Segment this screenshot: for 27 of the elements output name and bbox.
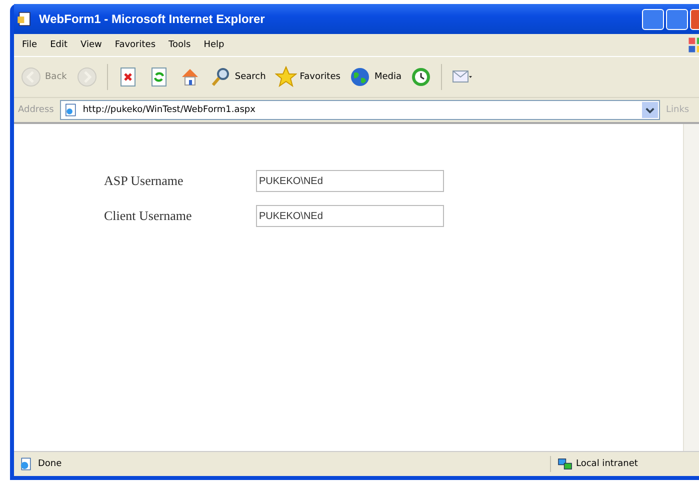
menu-item[interactable]: Favorites — [114, 40, 156, 50]
menu-item[interactable]: Edit — [50, 40, 68, 50]
maximize-button[interactable] — [666, 8, 688, 30]
menu-item[interactable]: Tools — [168, 40, 191, 50]
field-label: Client Username — [104, 208, 193, 224]
status-text: Done — [38, 459, 62, 469]
field-label: ASP Username — [104, 173, 184, 189]
toolbar-button[interactable] — [410, 66, 432, 88]
star-icon — [274, 66, 297, 88]
window-title: WebForm1 - Microsoft Internet Explorer — [39, 12, 265, 26]
globe-icon — [349, 66, 372, 88]
minimize-button[interactable] — [642, 8, 664, 30]
text-field[interactable]: PUKEKO\NEd — [256, 205, 444, 227]
toolbar-button[interactable]: Search — [210, 66, 266, 88]
scrollbar[interactable] — [683, 124, 699, 451]
menu-item[interactable]: File — [22, 40, 38, 50]
address-field[interactable]: http://pukeko/WinTest/WebForm1.aspx — [60, 100, 660, 120]
search-icon — [210, 66, 232, 88]
menu-item[interactable]: Help — [204, 40, 224, 50]
toolbar-button[interactable]: Media — [349, 66, 402, 88]
clock-icon — [410, 66, 432, 88]
network-icon — [557, 456, 573, 472]
toolbar-button[interactable]: Favorites — [274, 66, 340, 88]
zone-text: Local intranet — [576, 459, 638, 469]
menu-item[interactable]: View — [80, 40, 102, 50]
text-field[interactable]: PUKEKO\NEd — [256, 170, 444, 192]
address-label: Address — [18, 105, 54, 115]
